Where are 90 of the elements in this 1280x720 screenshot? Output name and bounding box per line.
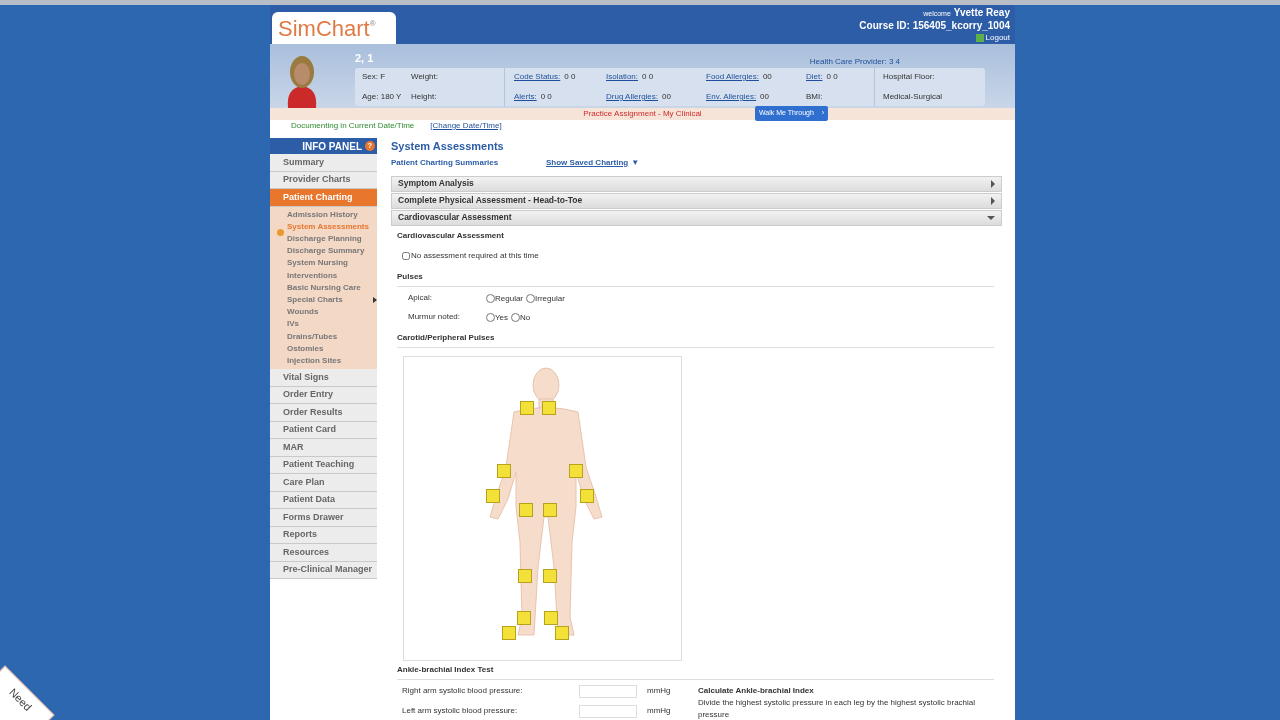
unit-label: mmHg [647, 705, 671, 717]
info-panel-title: INFO PANEL [302, 139, 362, 154]
field-label: Right arm systolic blood pressure: [402, 685, 524, 697]
nav-subitem[interactable]: Basic Nursing Care [287, 281, 369, 294]
nav-subitem[interactable]: Ostomies [287, 342, 369, 355]
pulse-point[interactable] [502, 625, 516, 640]
logout-icon [975, 34, 984, 42]
nav-subitem[interactable]: Discharge Summary [287, 245, 369, 258]
radio-button[interactable] [486, 294, 495, 303]
nav-item[interactable]: Order Results [270, 404, 377, 422]
summaries-link[interactable]: Patient Charting Summaries [391, 156, 546, 169]
pulse-point[interactable] [544, 610, 558, 625]
unit-label: mmHg [647, 685, 671, 697]
nav-item[interactable]: Care Plan [270, 474, 377, 492]
field-label: Murmur noted: [408, 310, 462, 323]
accordion-header[interactable]: Complete Physical Assessment - Head-to-Toe [391, 192, 1002, 209]
checkbox-label: No assessment required at this time [411, 249, 539, 262]
field-link[interactable]: Env. Allergies: [706, 91, 757, 103]
logo[interactable]: SimChart$^{®}$ [272, 12, 396, 44]
patient-field: Weight: [411, 71, 504, 83]
field-value: 00 [662, 91, 671, 103]
patient-name: 2, 1 [355, 51, 374, 66]
field-value: Medical-Surgical [883, 91, 943, 103]
nav-item[interactable]: Forms Drawer [270, 509, 377, 527]
radio-button[interactable] [526, 294, 535, 303]
nav-subitem[interactable]: Wounds [287, 306, 369, 319]
field-link[interactable]: Diet: [806, 71, 823, 83]
section-heading: Ankle-brachial Index Test [397, 663, 994, 680]
calc-title: Calculate Ankle-brachial Index [698, 684, 815, 697]
field-label: Apical: [408, 291, 433, 304]
pulse-point[interactable] [520, 400, 534, 415]
patient-field: Sex: F [362, 71, 411, 83]
section-heading: Pulses [397, 270, 994, 287]
accordion-header[interactable]: Symptom Analysis [391, 175, 1002, 192]
field-link[interactable]: Food Allergies: [706, 71, 759, 83]
radio-button[interactable] [486, 313, 495, 322]
provider-label: Health Care Provider: 3 4 [809, 56, 900, 68]
pulse-point[interactable] [486, 488, 500, 503]
nav-subitem[interactable]: Drains/Tubes [287, 330, 369, 343]
radio-label: No [520, 311, 531, 324]
field-value: 0 0 [540, 91, 552, 103]
pulse-point[interactable] [543, 568, 557, 583]
section-heading: Cardiovascular Assessment [397, 229, 505, 242]
nav-subitem[interactable]: Discharge Planning [287, 232, 369, 246]
section-heading: Carotid/Peripheral Pulses [397, 331, 994, 348]
user-name: Yvette Reay [953, 7, 1010, 19]
field-link[interactable]: Drug Allergies: [606, 91, 659, 103]
nav-subitem[interactable]: System Nursing Interventions [287, 257, 369, 282]
documenting-status: Documenting in Current Date/Time [291, 120, 415, 132]
field-link[interactable]: Isolation: [606, 71, 639, 83]
nav-item[interactable]: Patient Charting [270, 189, 377, 207]
field-value: 0 0 [564, 71, 576, 83]
dropdown-caret[interactable]: ▼ [631, 156, 640, 169]
nav-item[interactable]: MAR [270, 439, 377, 457]
radio-label: Regular [495, 292, 523, 305]
radio-label: Yes [495, 311, 509, 324]
patient-field: Height: [411, 91, 504, 103]
field-value: 00 [760, 91, 769, 103]
accordion-header[interactable]: Cardiovascular Assessment [391, 209, 1002, 226]
pressure-input[interactable] [579, 704, 637, 718]
checkbox[interactable] [402, 251, 410, 260]
saved-charting-link[interactable]: Show Saved Charting [546, 156, 629, 169]
change-date-link[interactable]: [Change Date/Time] [430, 120, 502, 132]
field-value: 0 0 [826, 71, 838, 83]
radio-label: Irregular [535, 292, 565, 305]
nav-subitem[interactable]: Special Charts [287, 293, 369, 307]
field-link[interactable]: Alerts: [514, 91, 537, 103]
radio-button[interactable] [511, 313, 521, 322]
nav-subitem[interactable]: IVs [287, 318, 369, 331]
nav-item[interactable]: Vital Signs [270, 369, 377, 387]
nav-item[interactable]: Resources [270, 544, 377, 562]
nav-subitem[interactable]: Admission History [287, 208, 369, 221]
nav-subitem[interactable]: Injection Sites [287, 354, 369, 368]
field-value: 00 [762, 71, 772, 83]
assignment-title: Practice Assignment - My Clinical [583, 108, 702, 120]
nav-item[interactable]: Summary [270, 154, 377, 172]
current-indicator-icon [277, 228, 284, 236]
field-link[interactable]: Code Status: [514, 71, 561, 83]
logout-button[interactable]: Logout [975, 32, 1010, 44]
patient-field: Age: 180 Y [362, 91, 411, 103]
pressure-input[interactable] [579, 684, 637, 698]
field-value: 0 0 [642, 71, 654, 83]
field-label: Left arm systolic blood pressure: [402, 705, 519, 717]
calc-instructions: Divide the highest systolic pressure in each leg by the highest systolic brachial pressure [698, 696, 977, 720]
field-label: BMI: [806, 91, 823, 103]
pulse-point[interactable] [497, 463, 511, 478]
field-label: Hospital Floor: [883, 71, 936, 83]
pulse-point[interactable] [517, 610, 531, 625]
page-title: System Assessments [391, 139, 505, 154]
course-id: Course ID: 156405_kcorry_1004 [859, 20, 1010, 32]
